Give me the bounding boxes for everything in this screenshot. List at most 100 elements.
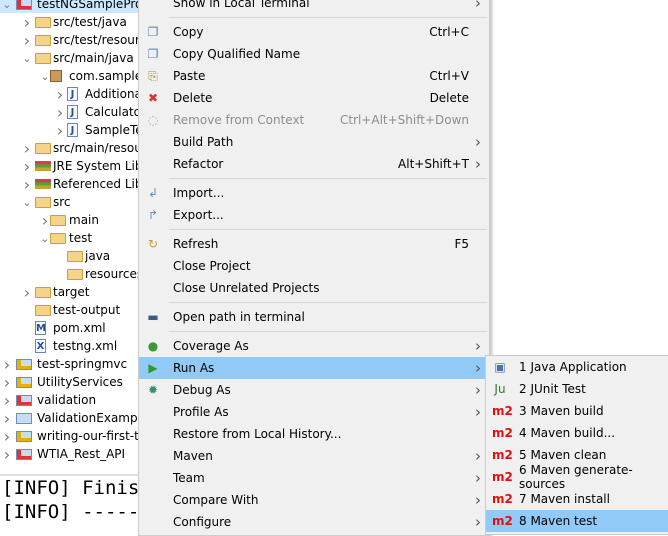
chevron-right-icon[interactable]: › (2, 409, 12, 428)
menu-item-export[interactable]: ↱ Export... (139, 204, 489, 226)
tree-item[interactable]: test-output (0, 301, 140, 319)
menu-item-configure[interactable]: Configure › (139, 511, 489, 533)
chevron-right-icon[interactable]: › (22, 13, 32, 32)
menu-item-refactor[interactable]: Refactor Alt+Shift+T › (139, 153, 489, 175)
package-icon (50, 70, 62, 82)
tree-item[interactable]: ⌄ src/main/java (0, 49, 140, 67)
menu-item-team[interactable]: Team › (139, 467, 489, 489)
tree-item[interactable]: ›J CalculatorTest (0, 103, 140, 122)
chevron-right-icon[interactable]: › (2, 391, 12, 410)
menu-item-run-as[interactable]: ▶ Run As › (139, 357, 489, 379)
source-folder-icon (35, 53, 51, 64)
menu-item-delete[interactable]: ✖ Delete Delete (139, 87, 489, 109)
menu-item-label: 5 Maven clean (519, 448, 607, 462)
tree-item[interactable]: resources (0, 265, 140, 283)
project-explorer-tree: ⌄ testNGSampleProject › src/test/java › src/t… (0, 0, 140, 473)
tree-item[interactable]: › UtilityServices (0, 373, 140, 392)
menu-item-restore-from-local-history[interactable]: Restore from Local History... (139, 423, 489, 445)
menu-item-build-path[interactable]: Build Path › (139, 131, 489, 153)
menu-item-label: Coverage As (173, 339, 249, 353)
tree-item[interactable]: ⌄ com.sample (0, 67, 140, 85)
folder-icon (35, 305, 51, 316)
menu-item-3-maven-build[interactable]: m2 3 Maven build (486, 400, 668, 422)
tree-item[interactable]: › src/test/resources (0, 31, 140, 50)
tree-item[interactable]: ⌄ test (0, 229, 140, 247)
tree-item[interactable]: › ValidationExample ( (0, 409, 140, 428)
tree-item[interactable]: › JRE System Library (0, 157, 140, 176)
chevron-right-icon[interactable]: › (55, 103, 65, 122)
tree-item[interactable]: ⌄ src (0, 193, 140, 211)
menu-item-show-in-local-terminal[interactable]: Show in Local Terminal › (139, 0, 489, 14)
chevron-down-icon[interactable]: ⌄ (22, 196, 32, 209)
menu-item-2-junit-test[interactable]: Ju 2 JUnit Test (486, 378, 668, 400)
tree-item[interactable]: › validation (0, 391, 140, 410)
tree-item[interactable]: › Referenced Libraries (0, 175, 140, 194)
folder-icon (35, 197, 51, 208)
menu-item-refresh[interactable]: ↻ Refresh F5 (139, 233, 489, 255)
menu-item-maven[interactable]: Maven › (139, 445, 489, 467)
tree-item[interactable]: › src/test/java (0, 13, 140, 32)
chevron-right-icon[interactable]: › (22, 157, 32, 176)
tree-item[interactable]: Mpom.xml (0, 319, 140, 337)
paste-icon: ⎘ (148, 69, 158, 83)
tree-item[interactable]: ›J SampleTest (0, 121, 140, 140)
tree-item[interactable]: ⌄ testNGSampleProject (0, 0, 140, 13)
tree-item[interactable]: java (0, 247, 140, 265)
menu-item-close-project[interactable]: Close Project (139, 255, 489, 277)
refresh-icon: ↻ (147, 237, 159, 251)
chevron-right-icon[interactable]: › (40, 211, 50, 230)
menu-item-8-maven-test[interactable]: m2 8 Maven test (486, 510, 668, 532)
source-folder-icon (35, 17, 51, 28)
chevron-down-icon[interactable]: ⌄ (40, 232, 50, 245)
tree-item[interactable]: › target (0, 283, 140, 302)
tree-item-label: pom.xml (53, 321, 106, 335)
chevron-down-icon[interactable]: ⌄ (40, 70, 50, 83)
menu-item-4-maven-build[interactable]: m2 4 Maven build... (486, 422, 668, 444)
tree-item[interactable]: › writing-our-first-test (0, 427, 140, 446)
chevron-right-icon[interactable]: › (55, 121, 65, 140)
chevron-right-icon[interactable]: › (22, 31, 32, 50)
menu-item-debug-as[interactable]: ✹ Debug As › (139, 379, 489, 401)
menu-item-copy[interactable]: ❐ Copy Ctrl+C (139, 21, 489, 43)
chevron-right-icon: › (475, 0, 481, 12)
menu-item-label: Open path in terminal (173, 310, 305, 324)
tree-item[interactable]: › test-springmvc (0, 355, 140, 374)
tree-item[interactable]: › main (0, 211, 140, 230)
menu-item-import[interactable]: ↲ Import... (139, 182, 489, 204)
folder-icon (50, 233, 66, 244)
menu-item-label: Delete (173, 91, 213, 105)
menu-item-copy-qualified-name[interactable]: ❐ Copy Qualified Name (139, 43, 489, 65)
tree-item-label: SampleTest (85, 123, 140, 137)
chevron-down-icon[interactable]: ⌄ (2, 0, 12, 11)
chevron-right-icon[interactable]: › (22, 283, 32, 302)
tree-item-label: Referenced Libraries (53, 177, 140, 191)
tree-item-label: src/test/java (53, 15, 127, 29)
tree-item[interactable]: › src/main/resources (0, 139, 140, 158)
tree-item[interactable]: › WTIA_Rest_API (0, 445, 140, 464)
chevron-right-icon[interactable]: › (2, 427, 12, 446)
menu-item-label: Configure (173, 515, 232, 529)
menu-item-7-maven-install[interactable]: m2 7 Maven install (486, 488, 668, 510)
chevron-right-icon[interactable]: › (22, 175, 32, 194)
chevron-right-icon[interactable]: › (2, 445, 12, 464)
maven-icon: m2 (492, 404, 513, 418)
tree-item[interactable]: ›J AdditionalTest (0, 85, 140, 104)
chevron-right-icon[interactable]: › (22, 139, 32, 158)
chevron-right-icon[interactable]: › (2, 355, 12, 374)
menu-item-compare-with[interactable]: Compare With › (139, 489, 489, 511)
tree-item[interactable]: Xtestng.xml (0, 337, 140, 355)
menu-item-open-path-in-terminal[interactable]: ▬ Open path in terminal (139, 306, 489, 328)
chevron-right-icon: › (475, 359, 481, 377)
menu-item-close-unrelated-projects[interactable]: Close Unrelated Projects (139, 277, 489, 299)
chevron-down-icon[interactable]: ⌄ (22, 52, 32, 65)
chevron-right-icon: › (475, 513, 481, 531)
menu-item-label: Maven (173, 449, 213, 463)
tree-item-label: AdditionalTest (85, 87, 140, 101)
menu-item-6-maven-generate-sources[interactable]: m2 6 Maven generate-sources (486, 463, 668, 491)
menu-item-coverage-as[interactable]: ● Coverage As › (139, 335, 489, 357)
menu-item-profile-as[interactable]: Profile As › (139, 401, 489, 423)
menu-item-paste[interactable]: ⎘ Paste Ctrl+V (139, 65, 489, 87)
menu-item-1-java-application[interactable]: ▣ 1 Java Application (486, 356, 668, 378)
chevron-right-icon[interactable]: › (2, 373, 12, 392)
chevron-right-icon[interactable]: › (55, 85, 65, 104)
